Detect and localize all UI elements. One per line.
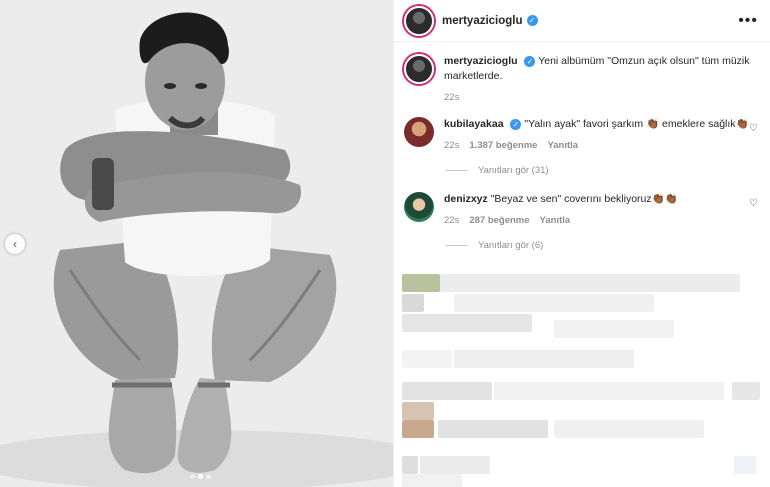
comment: denizxyz "Beyaz ve sen" coverını bekliyo… — [394, 192, 770, 228]
caption-avatar[interactable] — [404, 54, 434, 84]
blurred-block — [402, 382, 492, 400]
carousel-dot-active — [198, 474, 203, 479]
comment-meta: 22s 287 beğenme Yanıtla — [444, 213, 758, 228]
comment-meta: 22s 1.387 beğenme Yanıtla — [444, 138, 758, 153]
comment-body: denizxyz "Beyaz ve sen" coverını bekliyo… — [444, 192, 758, 228]
reply-button[interactable]: Yanıtla — [547, 138, 578, 153]
post-panel: mertyazicioglu ✓ ••• mertyazicioglu ✓ Ye… — [393, 0, 770, 487]
view-replies-button[interactable]: Yanıtları gör (6) — [446, 240, 770, 251]
comment-time[interactable]: 22s — [444, 138, 459, 153]
commenter-avatar[interactable] — [404, 117, 434, 147]
carousel-dots — [190, 474, 211, 479]
carousel-dot — [206, 474, 211, 479]
blurred-block — [554, 320, 674, 338]
chevron-left-icon: ‹ — [13, 237, 17, 251]
comment-likes[interactable]: 1.387 beğenme — [469, 138, 537, 153]
like-heart-icon[interactable]: ♡ — [749, 198, 758, 209]
like-heart-icon[interactable]: ♡ — [749, 123, 758, 134]
blurred-block — [402, 420, 434, 438]
comment-body: kubilayakaa ✓ "Yalın ayak" favori şarkım… — [444, 117, 758, 153]
view-replies-button[interactable]: Yanıtları gör (31) — [446, 165, 770, 176]
blurred-comments-area — [394, 270, 770, 487]
caption: mertyazicioglu ✓ Yeni albümüm "Omzun açı… — [394, 54, 770, 105]
blurred-block — [402, 294, 424, 312]
blurred-block — [402, 402, 434, 420]
blurred-block — [554, 420, 704, 438]
author-avatar[interactable] — [404, 5, 434, 36]
comment-likes[interactable]: 287 beğenme — [469, 213, 529, 228]
blurred-block — [734, 456, 756, 474]
blurred-block — [420, 456, 490, 474]
caption-username[interactable]: mertyazicioglu — [444, 55, 518, 67]
blurred-block — [402, 314, 532, 332]
post-header: mertyazicioglu ✓ ••• — [394, 0, 770, 42]
blurred-block — [402, 474, 462, 487]
blurred-block — [732, 382, 760, 400]
blurred-block — [454, 350, 634, 368]
commenter-avatar[interactable] — [404, 192, 434, 222]
portrait-photo — [0, 0, 393, 487]
more-options-button[interactable]: ••• — [738, 12, 758, 30]
blurred-block — [454, 294, 654, 312]
view-replies-label: Yanıtları gör (31) — [478, 165, 549, 176]
blurred-block — [438, 420, 548, 438]
comment-text: "Yalın ayak" favori şarkım 👏🏾 emeklere s… — [524, 118, 749, 130]
blurred-block — [494, 382, 724, 400]
reply-button[interactable]: Yanıtla — [540, 213, 571, 228]
comment-username[interactable]: denizxyz — [444, 193, 488, 205]
verified-badge-icon: ✓ — [524, 55, 536, 67]
caption-body: mertyazicioglu ✓ Yeni albümüm "Omzun açı… — [444, 54, 758, 105]
previous-image-button[interactable]: ‹ — [5, 234, 25, 254]
comment: kubilayakaa ✓ "Yalın ayak" favori şarkım… — [394, 117, 770, 153]
caption-time[interactable]: 22s — [444, 90, 459, 105]
blurred-block — [402, 456, 418, 474]
comment-username[interactable]: kubilayakaa — [444, 118, 504, 130]
post-image[interactable]: ‹ — [0, 0, 393, 487]
verified-badge-icon: ✓ — [526, 15, 538, 26]
verified-badge-icon: ✓ — [510, 118, 522, 130]
blurred-block — [402, 350, 452, 368]
blurred-block — [402, 274, 440, 292]
comment-text: "Beyaz ve sen" coverını bekliyoruz👏🏾👏🏾 — [490, 193, 678, 205]
author-username[interactable]: mertyazicioglu — [442, 15, 523, 27]
view-replies-label: Yanıtları gör (6) — [478, 240, 544, 251]
comment-time[interactable]: 22s — [444, 213, 459, 228]
caption-meta: 22s — [444, 90, 758, 105]
blurred-block — [440, 274, 740, 292]
carousel-dot — [190, 474, 195, 479]
